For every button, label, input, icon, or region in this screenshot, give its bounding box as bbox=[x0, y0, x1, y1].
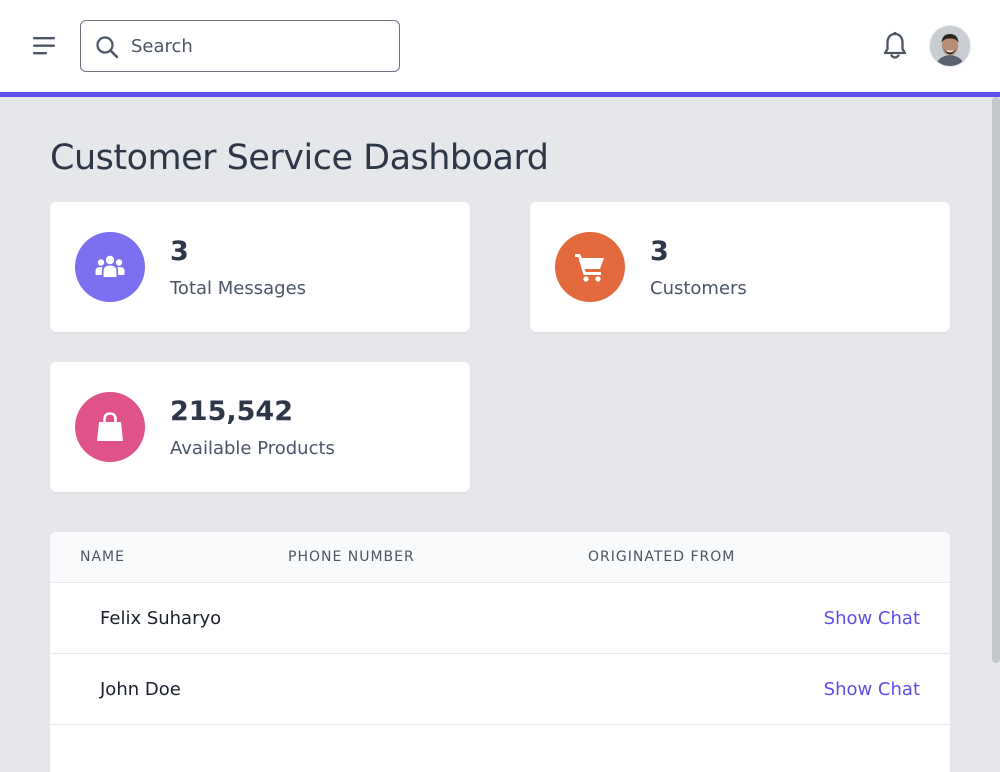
search-input[interactable] bbox=[131, 29, 391, 63]
customer-name: John Doe bbox=[100, 679, 181, 700]
stat-card-customers: 3 Customers bbox=[530, 202, 950, 332]
customers-table: NAME PHONE NUMBER ORIGINATED FROM Felix … bbox=[50, 532, 950, 772]
stat-card-total-messages: 3 Total Messages bbox=[50, 202, 470, 332]
stat-value: 3 bbox=[650, 236, 669, 267]
header-accent-bar bbox=[0, 92, 1000, 97]
stat-card-available-products: 215,542 Available Products bbox=[50, 362, 470, 492]
stat-value: 3 bbox=[170, 236, 189, 267]
page-title: Customer Service Dashboard bbox=[50, 138, 549, 178]
menu-icon[interactable] bbox=[30, 32, 60, 60]
show-chat-link[interactable]: Show Chat bbox=[824, 679, 920, 700]
stat-label: Available Products bbox=[170, 438, 335, 459]
column-header-origin: ORIGINATED FROM bbox=[588, 549, 736, 565]
table-row bbox=[50, 725, 950, 772]
column-header-name: NAME bbox=[80, 549, 125, 565]
table-header: NAME PHONE NUMBER ORIGINATED FROM bbox=[50, 532, 950, 583]
stat-label: Customers bbox=[650, 278, 747, 299]
user-avatar[interactable] bbox=[930, 26, 970, 66]
table-row: Felix Suharyo Show Chat bbox=[50, 583, 950, 654]
people-icon bbox=[75, 232, 145, 302]
search-icon bbox=[95, 35, 119, 59]
scrollbar-thumb[interactable] bbox=[992, 97, 1000, 663]
search-box bbox=[80, 20, 400, 72]
notification-bell-icon[interactable] bbox=[881, 31, 909, 61]
show-chat-link[interactable]: Show Chat bbox=[824, 608, 920, 629]
cart-icon bbox=[555, 232, 625, 302]
shopping-bag-icon bbox=[75, 392, 145, 462]
customer-name: Felix Suharyo bbox=[100, 608, 222, 629]
top-bar bbox=[0, 0, 1000, 92]
column-header-phone: PHONE NUMBER bbox=[288, 549, 415, 565]
page-scrollbar[interactable] bbox=[992, 97, 1000, 663]
stat-value: 215,542 bbox=[170, 396, 293, 427]
stat-label: Total Messages bbox=[170, 278, 307, 299]
table-row: John Doe Show Chat bbox=[50, 654, 950, 725]
